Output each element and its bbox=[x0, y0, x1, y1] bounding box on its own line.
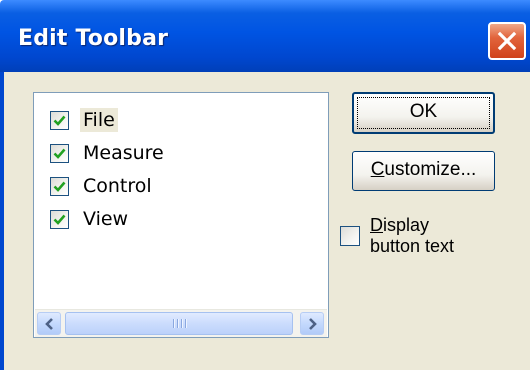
list-item-measure[interactable]: Measure bbox=[50, 138, 167, 168]
view-checkbox[interactable] bbox=[50, 209, 69, 229]
display-button-text-line1: Display bbox=[370, 215, 430, 235]
close-icon bbox=[497, 31, 517, 51]
scroll-left-button[interactable] bbox=[37, 312, 61, 335]
display-button-text-checkbox[interactable] bbox=[340, 226, 360, 246]
chevron-left-icon bbox=[45, 318, 53, 330]
checkmark-icon bbox=[53, 181, 66, 192]
grip-icon bbox=[173, 319, 187, 328]
checkmark-icon bbox=[53, 214, 66, 225]
scroll-right-button[interactable] bbox=[300, 312, 324, 335]
control-checkbox[interactable] bbox=[50, 176, 69, 196]
list-item-view[interactable]: View bbox=[50, 204, 131, 234]
focus-ring bbox=[357, 97, 490, 129]
display-button-text-line2: button text bbox=[370, 236, 455, 256]
title-bar[interactable]: Edit Toolbar bbox=[0, 0, 530, 72]
list-item-label: File bbox=[80, 108, 118, 132]
scroll-thumb[interactable] bbox=[65, 312, 293, 335]
list-item-control[interactable]: Control bbox=[50, 171, 155, 201]
display-button-text-label[interactable]: Display button text bbox=[370, 215, 454, 257]
toolbar-list[interactable]: File Measure Control View bbox=[33, 92, 329, 338]
customize-button[interactable]: Customize... bbox=[352, 151, 495, 191]
ok-button[interactable]: OK bbox=[352, 92, 495, 134]
list-item-file[interactable]: File bbox=[50, 105, 118, 135]
file-checkbox[interactable] bbox=[50, 110, 69, 130]
measure-checkbox[interactable] bbox=[50, 143, 69, 163]
list-item-label: View bbox=[83, 208, 129, 230]
dialog-title: Edit Toolbar bbox=[18, 26, 169, 51]
list-item-label: Control bbox=[83, 175, 152, 197]
checkmark-icon bbox=[53, 115, 66, 126]
horizontal-scrollbar[interactable] bbox=[35, 309, 327, 337]
close-button[interactable] bbox=[488, 22, 526, 60]
edit-toolbar-dialog: Edit Toolbar File Measure Control View O… bbox=[0, 0, 530, 370]
customize-button-label: Customize... bbox=[370, 159, 477, 180]
list-item-label: Measure bbox=[83, 142, 164, 164]
checkmark-icon bbox=[53, 148, 66, 159]
chevron-right-icon bbox=[309, 318, 317, 330]
